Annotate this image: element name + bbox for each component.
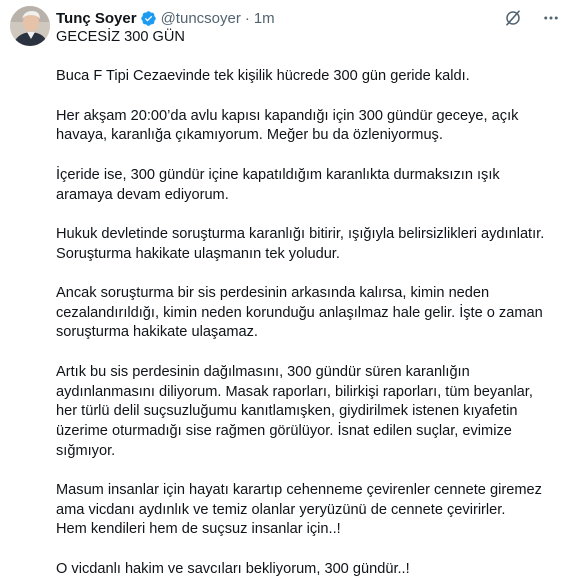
author-name[interactable]: Tunç Soyer (56, 10, 137, 27)
text-line: üzerime oturmadığı sise rağmen görülüyor… (56, 422, 512, 439)
text-line: Buca F Tipi Cezaevinde tek kişilik hücre… (56, 68, 470, 85)
text-line: Masum insanlar için hayatı karartıp cehe… (56, 482, 542, 499)
paragraph-7: Masum insanlar için hayatı karartıp cehe… (56, 481, 556, 540)
text-line: Artık bu sis perdesinin dağılmasını, 300… (56, 363, 470, 380)
separator-dot: · (244, 9, 250, 27)
paragraph-2: Her akşam 20:00’da avlu kapısı kapandığı… (56, 107, 556, 146)
paragraph-1: Buca F Tipi Cezaevinde tek kişilik hücre… (56, 67, 556, 87)
text-line: Soruşturma hakikate ulaşmanın tek yoludu… (56, 245, 340, 262)
header-actions (503, 8, 561, 28)
text-line: Ancak soruşturma bir sis perdesinin arka… (56, 285, 490, 302)
text-line: Hem kendileri hem de suçsuz insanlar içi… (56, 521, 341, 538)
text-line: O vicdanlı hakim ve savcıları bekliyorum… (56, 560, 410, 577)
text-line: aydınlanmasını diliyorum. Masak raporlar… (56, 383, 533, 400)
text-line: aramaya devam ediyorum. (56, 186, 229, 203)
author-handle[interactable]: @tuncsoyer (161, 10, 241, 27)
more-options-icon[interactable] (541, 8, 561, 28)
text-line: İçeride ise, 300 gündür içine kapatıldığ… (56, 166, 500, 183)
timestamp[interactable]: 1m (254, 10, 275, 27)
paragraph-4: Hukuk devletinde soruşturma karanlığı bi… (56, 225, 556, 264)
tweet-header: Tunç Soyer @tuncsoyer · 1m (56, 8, 275, 28)
text-line: ama vicdanı aydınlık ve temiz olanlar ye… (56, 501, 506, 518)
grok-icon[interactable] (503, 8, 523, 28)
text-line: Her akşam 20:00’da avlu kapısı kapandığı… (56, 107, 519, 124)
tweet-text: GECESİZ 300 GÜN Buca F Tipi Cezaevinde t… (56, 28, 556, 580)
tweet-title: GECESİZ 300 GÜN (56, 29, 185, 45)
avatar[interactable] (10, 6, 50, 46)
text-line: sığmıyor. (56, 442, 116, 459)
text-line: her türlü delil suçsuzluğumu kanıtlamışk… (56, 403, 518, 420)
text-line: havaya, karanlığa çıkamıyorum. Meğer bu … (56, 127, 443, 144)
paragraph-5: Ancak soruşturma bir sis perdesinin arka… (56, 284, 556, 343)
verified-badge-icon (140, 10, 157, 27)
tweet: Tunç Soyer @tuncsoyer · 1m GECESİZ 300 G… (0, 0, 583, 577)
paragraph-8: O vicdanlı hakim ve savcıları bekliyorum… (56, 560, 556, 580)
paragraph-6: Artık bu sis perdesinin dağılmasını, 300… (56, 363, 556, 462)
text-line: Hukuk devletinde soruşturma karanlığı bi… (56, 225, 545, 242)
avatar-image (10, 6, 50, 46)
paragraph-3: İçeride ise, 300 gündür içine kapatıldığ… (56, 166, 556, 205)
text-line: cezalandırıldığı, kimin neden korunduğu … (56, 304, 543, 321)
text-line: soruşturma hakikate ulaşamaz. (56, 324, 258, 341)
